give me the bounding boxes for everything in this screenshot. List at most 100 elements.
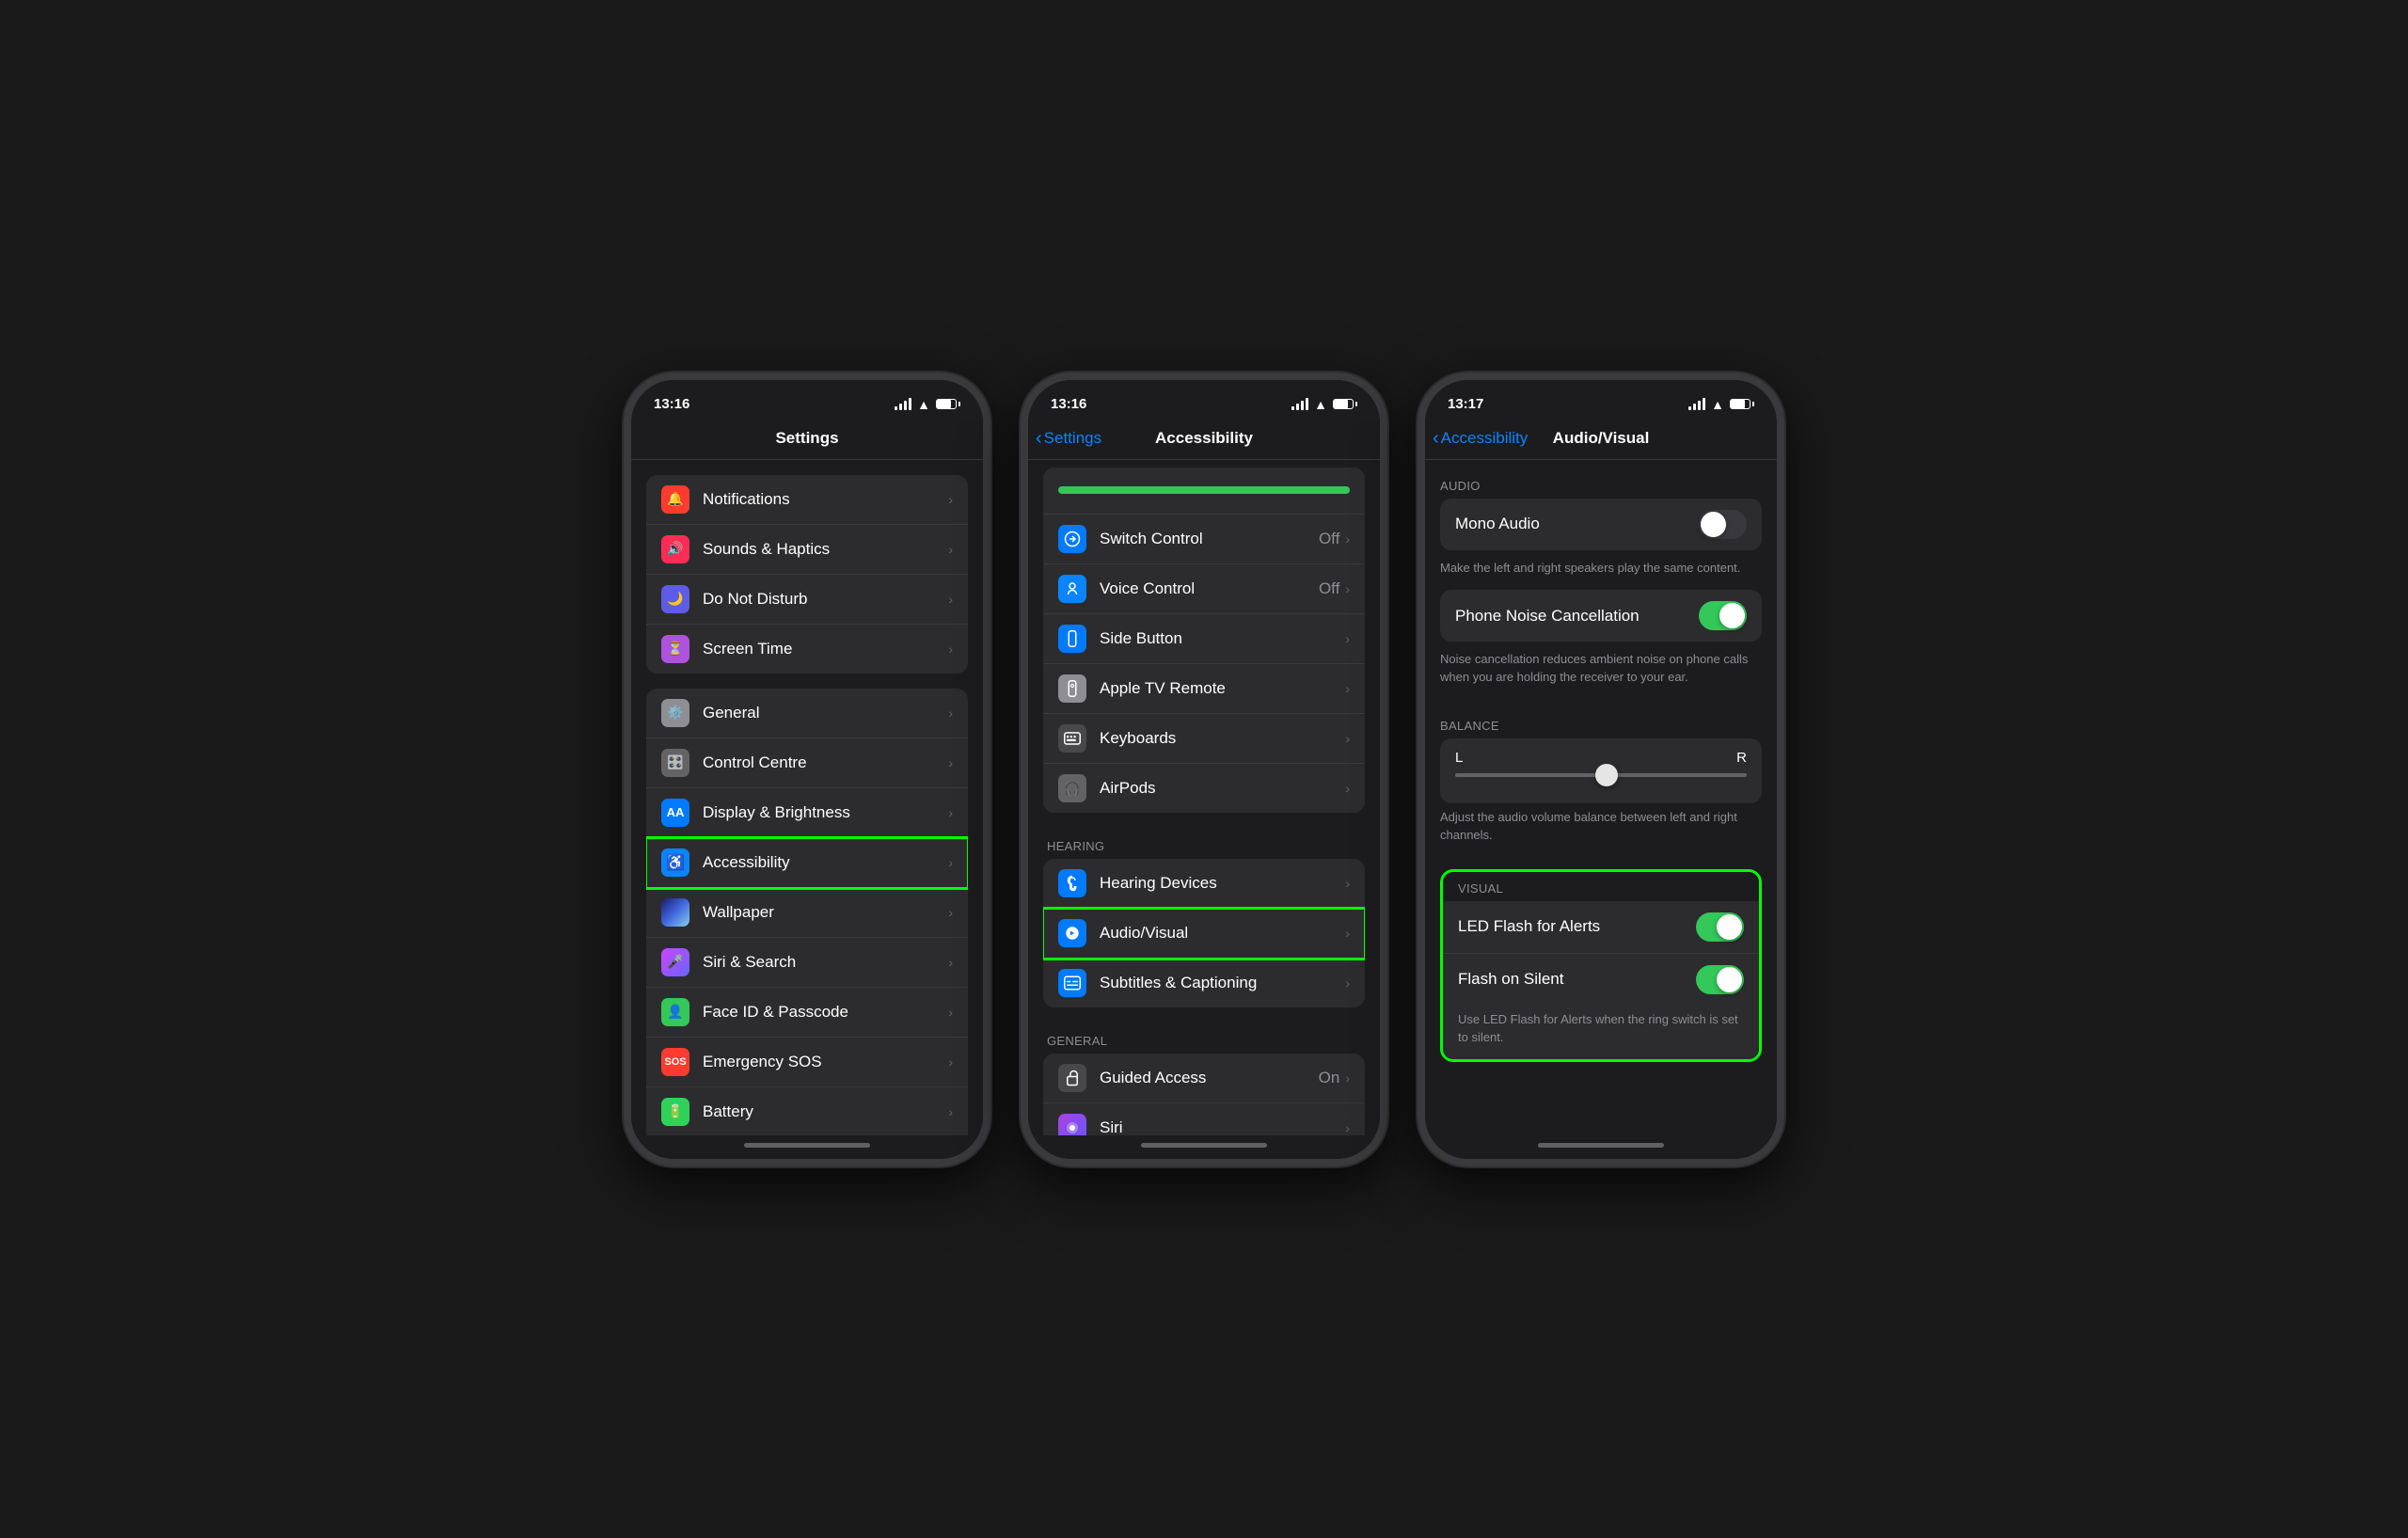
settings-row-siri[interactable]: Siri ›: [1043, 1103, 1365, 1135]
settings-row-subtitles[interactable]: Subtitles & Captioning ›: [1043, 959, 1365, 1007]
keyboards-icon: [1058, 724, 1086, 753]
settings-row-appletvremote[interactable]: Apple TV Remote ›: [1043, 664, 1365, 714]
donotdisturb-label: Do Not Disturb: [703, 590, 948, 609]
status-icons-1: ▲: [895, 397, 960, 412]
emergencysos-label: Emergency SOS: [703, 1053, 948, 1071]
screen-1: 13:16 ▲ Settings: [631, 380, 983, 1159]
status-bar-2: 13:16 ▲: [1028, 380, 1380, 421]
mono-audio-row[interactable]: Mono Audio: [1440, 499, 1762, 550]
settings-row-controlcentre[interactable]: 🎛️ Control Centre ›: [646, 738, 968, 788]
faceid-chevron: ›: [948, 1005, 953, 1020]
sidebutton-icon: [1058, 625, 1086, 653]
general-label: General: [703, 704, 948, 722]
settings-row-sounds[interactable]: 🔊 Sounds & Haptics ›: [646, 525, 968, 575]
settings-row-sirisearch[interactable]: 🎤 Siri & Search ›: [646, 938, 968, 988]
nav-header-3: ‹ Accessibility Audio/Visual: [1425, 421, 1777, 460]
switchcontrol-icon: [1058, 525, 1086, 553]
controlcentre-chevron: ›: [948, 755, 953, 770]
siri-settings-icon: [1058, 1114, 1086, 1135]
switchcontrol-label: Switch Control: [1100, 530, 1319, 548]
hearingdevices-label: Hearing Devices: [1100, 874, 1345, 893]
faceid-label: Face ID & Passcode: [703, 1003, 948, 1022]
settings-row-audiovisual[interactable]: Audio/Visual ›: [1043, 909, 1365, 959]
settings-row-wallpaper[interactable]: Wallpaper ›: [646, 888, 968, 938]
voicecontrol-label: Voice Control: [1100, 579, 1319, 598]
faceid-icon: 👤: [661, 998, 689, 1026]
settings-row-airpods[interactable]: 🎧 AirPods ›: [1043, 764, 1365, 813]
interaction-section: Switch Control Off › Voice Control Off ›: [1043, 468, 1365, 813]
guidedaccess-label: Guided Access: [1100, 1069, 1319, 1087]
phone-3: 13:17 ▲ ‹ Accessibility: [1418, 373, 1784, 1166]
settings-row-accessibility[interactable]: ♿ Accessibility ›: [646, 838, 968, 888]
settings-row-hearingdevices[interactable]: Hearing Devices ›: [1043, 859, 1365, 909]
siri-label: Siri: [1100, 1118, 1345, 1135]
sounds-chevron: ›: [948, 542, 953, 557]
phone-noise-row[interactable]: Phone Noise Cancellation: [1440, 590, 1762, 642]
content-2[interactable]: Switch Control Off › Voice Control Off ›: [1028, 460, 1380, 1135]
settings-row-voicecontrol[interactable]: Voice Control Off ›: [1043, 564, 1365, 614]
airpods-label: AirPods: [1100, 779, 1345, 798]
slider-wrapper[interactable]: [1455, 773, 1747, 788]
slider-thumb[interactable]: [1595, 764, 1618, 786]
appletvremote-icon: [1058, 674, 1086, 703]
flash-silent-label: Flash on Silent: [1458, 970, 1696, 989]
wallpaper-chevron: ›: [948, 905, 953, 920]
content-3[interactable]: AUDIO Mono Audio Make the left and right…: [1425, 460, 1777, 1135]
sidebutton-label: Side Button: [1100, 629, 1345, 648]
switchcontrol-value: Off: [1319, 530, 1339, 548]
settings-row-faceid[interactable]: 👤 Face ID & Passcode ›: [646, 988, 968, 1038]
back-button-3[interactable]: ‹ Accessibility: [1433, 429, 1528, 448]
nav-header-1: Settings: [631, 421, 983, 460]
screentime-icon: ⏳: [661, 635, 689, 663]
settings-row-screentime[interactable]: ⏳ Screen Time ›: [646, 625, 968, 674]
wifi-icon: ▲: [917, 397, 930, 412]
page-title-3: Audio/Visual: [1553, 429, 1650, 448]
displaybrightness-label: Display & Brightness: [703, 803, 948, 822]
mono-audio-toggle[interactable]: [1699, 510, 1747, 539]
phone-noise-toggle[interactable]: [1699, 601, 1747, 630]
signal-icon-2: [1291, 399, 1308, 410]
settings-row-emergencysos[interactable]: SOS Emergency SOS ›: [646, 1038, 968, 1087]
content-1[interactable]: 🔔 Notifications › 🔊 Sounds & Haptics › 🌙: [631, 460, 983, 1135]
status-bar-1: 13:16 ▲: [631, 380, 983, 421]
audio-section-container: AUDIO Mono Audio Make the left and right…: [1425, 460, 1777, 858]
donotdisturb-icon: 🌙: [661, 585, 689, 613]
balance-left: L: [1455, 750, 1463, 766]
settings-row-donotdisturb[interactable]: 🌙 Do Not Disturb ›: [646, 575, 968, 625]
slider-track: [1455, 773, 1747, 777]
general-section: Guided Access On › Siri ›: [1043, 1054, 1365, 1135]
wifi-icon-2: ▲: [1314, 397, 1327, 412]
audiovisual-label: Audio/Visual: [1100, 924, 1345, 943]
status-time-1: 13:16: [654, 396, 689, 412]
screen-3: 13:17 ▲ ‹ Accessibility: [1425, 380, 1777, 1159]
hearing-section-label: HEARING: [1028, 824, 1380, 859]
voicecontrol-value: Off: [1319, 579, 1339, 598]
back-button-2[interactable]: ‹ Settings: [1036, 429, 1101, 448]
settings-row-keyboards[interactable]: Keyboards ›: [1043, 714, 1365, 764]
flash-silent-row[interactable]: Flash on Silent: [1443, 954, 1759, 1006]
audio-section-label: AUDIO: [1440, 460, 1762, 499]
settings-row-battery[interactable]: 🔋 Battery ›: [646, 1087, 968, 1135]
settings-row-switchcontrol[interactable]: Switch Control Off ›: [1043, 515, 1365, 564]
controlcentre-icon: 🎛️: [661, 749, 689, 777]
settings-row-displaybrightness[interactable]: AA Display & Brightness ›: [646, 788, 968, 838]
displaybrightness-chevron: ›: [948, 805, 953, 820]
settings-row-sidebutton[interactable]: Side Button ›: [1043, 614, 1365, 664]
led-flash-row[interactable]: LED Flash for Alerts: [1443, 901, 1759, 954]
subtitles-icon: [1058, 969, 1086, 997]
settings-row-notifications[interactable]: 🔔 Notifications ›: [646, 475, 968, 525]
accessibility-chevron: ›: [948, 855, 953, 870]
back-chevron-3: ‹: [1433, 429, 1439, 448]
signal-icon-3: [1688, 399, 1705, 410]
page-title-1: Settings: [646, 429, 968, 448]
wallpaper-icon: [661, 898, 689, 927]
flash-silent-toggle[interactable]: [1696, 965, 1744, 994]
settings-row-general[interactable]: ⚙️ General ›: [646, 689, 968, 738]
screen-2: 13:16 ▲ ‹ Settings Acces: [1028, 380, 1380, 1159]
displaybrightness-icon: AA: [661, 799, 689, 827]
settings-row-guidedaccess[interactable]: Guided Access On ›: [1043, 1054, 1365, 1103]
led-flash-toggle[interactable]: [1696, 912, 1744, 942]
screentime-label: Screen Time: [703, 640, 948, 658]
phone-noise-label: Phone Noise Cancellation: [1455, 607, 1699, 626]
battery-settings-icon: 🔋: [661, 1098, 689, 1126]
